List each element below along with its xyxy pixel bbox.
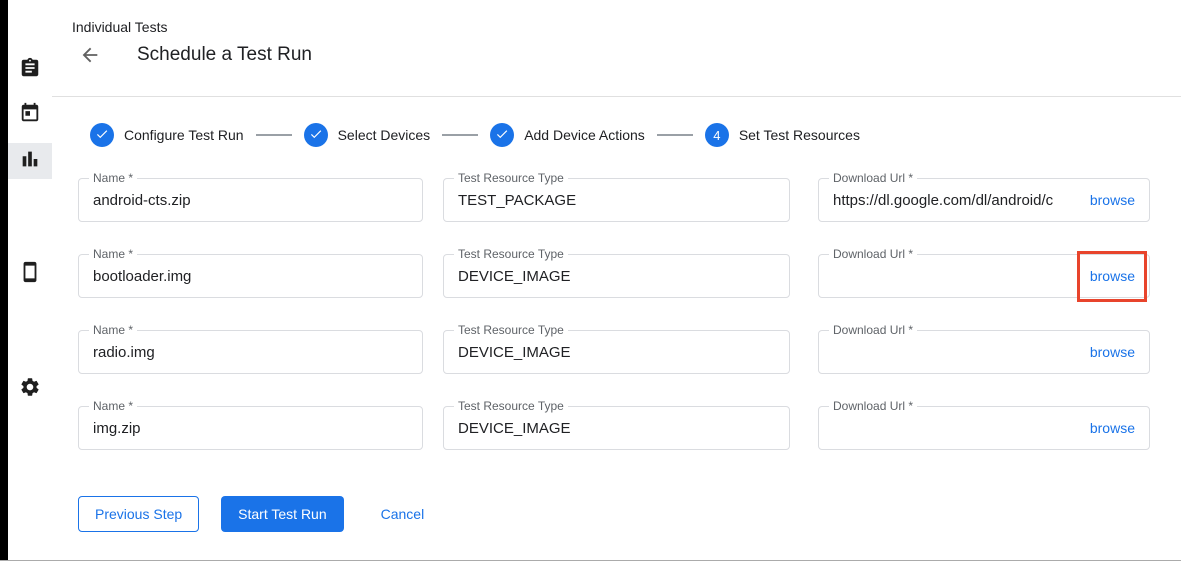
- download-url-label: Download Url *: [829, 171, 917, 185]
- smartphone-icon: [19, 261, 41, 288]
- action-bar: Previous Step Start Test Run Cancel: [78, 496, 1181, 532]
- gear-icon: [19, 376, 41, 403]
- resource-row: Name * Test Resource Type DEVICE_IMAGE D…: [78, 330, 1181, 374]
- step-label: Configure Test Run: [124, 127, 244, 143]
- bar-chart-icon: [19, 148, 41, 175]
- check-icon: [309, 127, 323, 144]
- start-test-run-button[interactable]: Start Test Run: [221, 496, 343, 532]
- name-input[interactable]: [93, 268, 408, 285]
- back-button[interactable]: [78, 44, 102, 68]
- sidebar-item-test-plans[interactable]: [8, 97, 52, 133]
- browse-button[interactable]: browse: [1090, 344, 1135, 360]
- download-url-input[interactable]: [833, 344, 1080, 361]
- name-field[interactable]: Name *: [78, 254, 423, 298]
- name-field-label: Name *: [89, 247, 137, 261]
- resource-type-label: Test Resource Type: [454, 247, 568, 261]
- window-edge: [0, 0, 8, 560]
- previous-step-button[interactable]: Previous Step: [78, 496, 199, 532]
- page-title: Schedule a Test Run: [137, 44, 312, 66]
- download-url-label: Download Url *: [829, 399, 917, 413]
- step-complete-circle: [490, 123, 514, 147]
- step-label: Select Devices: [338, 127, 431, 143]
- sidebar-item-test-results[interactable]: [8, 143, 52, 179]
- app-window: Individual Tests Schedule a Test Run Con…: [0, 0, 1181, 561]
- cancel-button[interactable]: Cancel: [381, 496, 425, 532]
- step-select-devices[interactable]: Select Devices: [304, 123, 431, 147]
- resource-row: Name * Test Resource Type DEVICE_IMAGE D…: [78, 254, 1181, 298]
- resource-type-field[interactable]: Test Resource Type DEVICE_IMAGE: [443, 406, 790, 450]
- step-add-device-actions[interactable]: Add Device Actions: [490, 123, 645, 147]
- step-complete-circle: [90, 123, 114, 147]
- step-configure-test-run[interactable]: Configure Test Run: [90, 123, 244, 147]
- name-input[interactable]: [93, 344, 408, 361]
- resource-type-field[interactable]: Test Resource Type TEST_PACKAGE: [443, 178, 790, 222]
- browse-button[interactable]: browse: [1090, 192, 1135, 208]
- resource-type-value: TEST_PACKAGE: [458, 192, 576, 209]
- browse-button[interactable]: browse: [1090, 268, 1135, 284]
- resource-type-label: Test Resource Type: [454, 171, 568, 185]
- calendar-icon: [19, 102, 41, 129]
- download-url-label: Download Url *: [829, 323, 917, 337]
- arrow-back-icon: [79, 54, 101, 69]
- browse-button[interactable]: browse: [1090, 420, 1135, 436]
- download-url-field[interactable]: Download Url * browse: [818, 254, 1150, 298]
- download-url-input[interactable]: [833, 192, 1080, 209]
- step-label: Set Test Resources: [739, 127, 860, 143]
- step-set-test-resources[interactable]: 4 Set Test Resources: [705, 123, 860, 147]
- step-number-circle: 4: [705, 123, 729, 147]
- check-icon: [495, 127, 509, 144]
- resource-type-field[interactable]: Test Resource Type DEVICE_IMAGE: [443, 330, 790, 374]
- resource-type-value: DEVICE_IMAGE: [458, 420, 571, 437]
- step-connector: [657, 134, 693, 136]
- download-url-input[interactable]: [833, 268, 1080, 285]
- breadcrumb: Individual Tests: [72, 19, 167, 35]
- step-connector: [442, 134, 478, 136]
- name-field-label: Name *: [89, 323, 137, 337]
- step-connector: [256, 134, 292, 136]
- sidebar-item-settings[interactable]: [8, 371, 52, 407]
- stepper: Configure Test Run Select Devices Add De…: [90, 123, 1181, 147]
- name-input[interactable]: [93, 192, 408, 209]
- resource-type-field[interactable]: Test Resource Type DEVICE_IMAGE: [443, 254, 790, 298]
- download-url-field[interactable]: Download Url * browse: [818, 178, 1150, 222]
- page-header: Individual Tests Schedule a Test Run: [52, 0, 1181, 97]
- resource-type-label: Test Resource Type: [454, 323, 568, 337]
- download-url-field[interactable]: Download Url * browse: [818, 406, 1150, 450]
- name-field-label: Name *: [89, 399, 137, 413]
- step-complete-circle: [304, 123, 328, 147]
- content: Configure Test Run Select Devices Add De…: [52, 123, 1181, 532]
- main-area: Individual Tests Schedule a Test Run Con…: [52, 0, 1181, 560]
- name-field[interactable]: Name *: [78, 406, 423, 450]
- sidebar-item-devices[interactable]: [8, 256, 52, 292]
- check-icon: [95, 127, 109, 144]
- download-url-label: Download Url *: [829, 247, 917, 261]
- sidebar: [8, 0, 52, 560]
- name-input[interactable]: [93, 420, 408, 437]
- assignment-icon: [19, 57, 41, 84]
- name-field[interactable]: Name *: [78, 178, 423, 222]
- name-field-label: Name *: [89, 171, 137, 185]
- step-label: Add Device Actions: [524, 127, 645, 143]
- resource-row: Name * Test Resource Type TEST_PACKAGE D…: [78, 178, 1181, 222]
- resource-type-label: Test Resource Type: [454, 399, 568, 413]
- resource-type-value: DEVICE_IMAGE: [458, 268, 571, 285]
- sidebar-item-tests[interactable]: [8, 52, 52, 88]
- download-url-input[interactable]: [833, 420, 1080, 437]
- resource-row: Name * Test Resource Type DEVICE_IMAGE D…: [78, 406, 1181, 450]
- resource-type-value: DEVICE_IMAGE: [458, 344, 571, 361]
- name-field[interactable]: Name *: [78, 330, 423, 374]
- download-url-field[interactable]: Download Url * browse: [818, 330, 1150, 374]
